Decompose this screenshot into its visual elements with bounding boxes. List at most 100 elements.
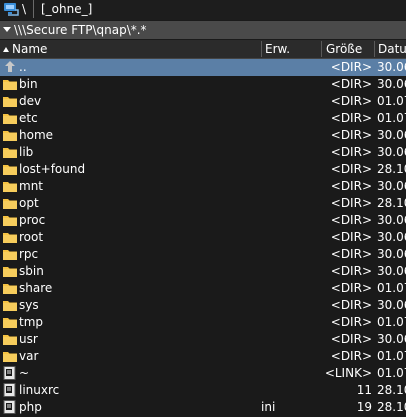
header-divider[interactable] [261,41,262,57]
row-date: 30.06 [377,179,406,193]
history-dropdown-icon[interactable] [3,27,11,32]
folder-icon [2,230,18,244]
row-size: <DIR> [330,145,372,159]
folder-icon [2,264,18,278]
row-name: sbin [19,264,44,278]
network-drive-icon[interactable] [3,1,21,17]
folder-icon [2,315,18,329]
folder-row[interactable]: rpc <DIR> 30.06 [0,246,406,263]
file-row[interactable]: php ini 19 28.10 [0,399,406,416]
row-size: <DIR> [330,298,372,312]
header-name[interactable]: Name [3,40,47,58]
folder-row[interactable]: bin <DIR> 30.06 [0,76,406,93]
row-date: 01.07 [377,349,406,363]
row-date: 30.06 [377,60,406,74]
folder-row[interactable]: usr <DIR> 30.06 [0,331,406,348]
row-name: var [19,349,39,363]
drive-name: [_ohne_] [41,2,93,16]
drive-letter[interactable]: \ [22,2,26,16]
row-size: <DIR> [330,60,372,74]
row-name: sys [19,298,39,312]
row-name: usr [19,332,38,346]
file-icon [2,400,18,414]
row-date: 30.06 [377,332,406,346]
folder-icon [2,349,18,363]
folder-icon [2,145,18,159]
folder-row[interactable]: sbin <DIR> 30.06 [0,263,406,280]
folder-row[interactable]: root <DIR> 30.06 [0,229,406,246]
file-row[interactable]: linuxrc 11 28.10 [0,382,406,399]
folder-icon [2,179,18,193]
folder-row[interactable]: share <DIR> 01.07 [0,280,406,297]
file-list[interactable]: ..<DIR>30.06bin<DIR>30.06dev<DIR>01.07et… [0,59,406,416]
row-name: etc [19,111,38,125]
row-size: <DIR> [330,264,372,278]
row-date: 28.10 [377,400,406,414]
row-size: <DIR> [330,315,372,329]
folder-icon [2,213,18,227]
header-date[interactable]: Datu [378,40,406,58]
row-size: <DIR> [330,281,372,295]
folder-icon [2,128,18,142]
header-divider[interactable] [374,41,375,57]
row-size: <DIR> [330,196,372,210]
row-name: root [19,230,44,244]
row-name: lost+found [19,162,86,176]
row-name: rpc [19,247,39,261]
folder-icon [2,332,18,346]
row-name: php [19,400,42,414]
row-size: <DIR> [330,247,372,261]
folder-row[interactable]: tmp <DIR> 01.07 [0,314,406,331]
row-name: .. [19,60,27,74]
row-size: <DIR> [330,332,372,346]
row-date: 30.06 [377,264,406,278]
folder-row[interactable]: home <DIR> 30.06 [0,127,406,144]
folder-row[interactable]: opt <DIR> 28.10 [0,195,406,212]
row-size: <LINK> [324,366,372,380]
row-date: 30.06 [377,77,406,91]
header-divider[interactable] [321,41,322,57]
folder-row[interactable]: etc <DIR> 01.07 [0,110,406,127]
folder-icon [2,298,18,312]
row-date: 01.07 [377,366,406,380]
row-size: <DIR> [330,111,372,125]
row-date: 30.06 [377,213,406,227]
header-name-label: Name [12,42,48,56]
folder-icon [2,196,18,210]
row-date: 30.06 [377,128,406,142]
folder-row[interactable]: proc <DIR> 30.06 [0,212,406,229]
column-header: Name Erw. Größe Datu [0,40,406,59]
parent-dir-row[interactable]: .. <DIR> 30.06 [0,59,406,76]
folder-icon [2,94,18,108]
folder-icon [2,247,18,261]
row-name: proc [19,213,46,227]
path-bar[interactable]: \\\Secure FTP\qnap\*.* [0,21,406,39]
file-icon [2,366,18,380]
row-size: <DIR> [330,94,372,108]
row-date: 01.07 [377,94,406,108]
row-date: 30.06 [377,247,406,261]
up-arrow-icon [2,60,18,74]
folder-row[interactable]: var <DIR> 01.07 [0,348,406,365]
folder-row[interactable]: lost+found <DIR> 28.10 [0,161,406,178]
header-ext[interactable]: Erw. [265,40,290,58]
row-name: mnt [19,179,43,193]
folder-row[interactable]: dev <DIR> 01.07 [0,93,406,110]
row-size: <DIR> [330,77,372,91]
folder-row[interactable]: lib <DIR> 30.06 [0,144,406,161]
row-name: linuxrc [19,383,60,397]
row-size: <DIR> [330,230,372,244]
header-size[interactable]: Größe [326,40,362,58]
file-icon [2,383,18,397]
folder-row[interactable]: mnt <DIR> 30.06 [0,178,406,195]
sort-ascending-icon [3,47,9,52]
folder-row[interactable]: sys <DIR> 30.06 [0,297,406,314]
row-name: tmp [19,315,44,329]
row-size: <DIR> [330,162,372,176]
row-date: 01.07 [377,281,406,295]
folder-icon [2,162,18,176]
row-name: lib [19,145,34,159]
row-date: 01.07 [377,315,406,329]
file-row[interactable]: ~ <LINK> 01.07 [0,365,406,382]
row-ext: ini [261,400,276,414]
